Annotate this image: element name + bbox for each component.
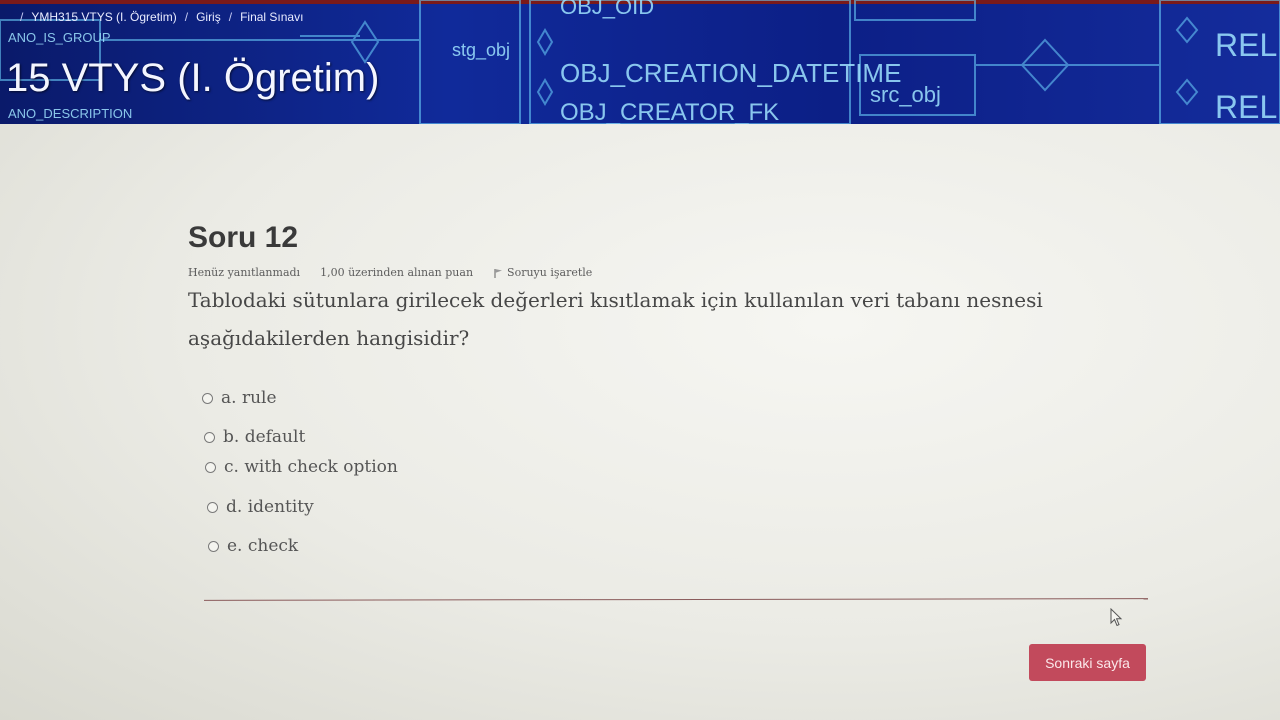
course-banner: ANO_IS_GROUP ANO_DESCRIPTION stg_obj OBJ… — [0, 0, 1280, 124]
radio-icon[interactable] — [205, 461, 216, 473]
question-title: Soru 12 — [188, 221, 299, 254]
question-points: 1,00 üzerinden alınan puan — [320, 266, 474, 279]
breadcrumb: / YMH315 VTYS (I. Ögretim) / Giriş / Final Sı… — [12, 10, 303, 24]
breadcrumb-separator: / — [228, 10, 233, 24]
erd-label: OBJ_CREATOR_FK — [560, 99, 779, 124]
breadcrumb-item-giris[interactable]: Giriş — [196, 10, 221, 24]
breadcrumb-item-course[interactable]: YMH315 VTYS (I. Ögretim) — [31, 10, 176, 24]
next-page-button[interactable]: Sonraki sayfa — [1029, 644, 1146, 681]
mouse-pointer-icon — [1110, 608, 1123, 627]
question-status: Henüz yanıtlanmadı — [188, 266, 301, 279]
answer-option-a[interactable]: a. rule — [202, 388, 277, 408]
breadcrumb-separator: / — [184, 10, 189, 24]
erd-label: REL — [1215, 27, 1277, 63]
question-text: Tablodaki sütunlara girilecek değerleri … — [188, 288, 1043, 350]
radio-icon[interactable] — [208, 540, 219, 552]
erd-label: ANO_IS_GROUP — [8, 30, 111, 45]
answer-label: c. with check option — [224, 457, 398, 477]
radio-icon[interactable] — [204, 431, 215, 443]
answer-label: d. identity — [226, 497, 314, 517]
radio-icon[interactable] — [202, 392, 213, 404]
erd-label: REL — [1215, 89, 1277, 124]
flag-question-label: Soruyu işaretle — [507, 266, 593, 279]
erd-label: src_obj — [870, 82, 941, 107]
answer-label: b. default — [223, 427, 306, 447]
answer-option-b[interactable]: b. default — [204, 427, 305, 447]
flag-question-link[interactable]: Soruyu işaretle — [493, 266, 592, 279]
erd-label: ANO_DESCRIPTION — [8, 106, 132, 121]
breadcrumb-item-final-exam[interactable]: Final Sınavı — [240, 10, 303, 24]
answer-option-c[interactable]: c. with check option — [205, 457, 398, 477]
erd-label: stg_obj — [452, 40, 510, 61]
question-info: Henüz yanıtlanmadı 1,00 üzerinden alınan… — [188, 266, 1148, 279]
course-title: 15 VTYS (I. Ögretim) — [6, 56, 380, 100]
flag-icon — [494, 268, 503, 278]
answer-label: a. rule — [221, 388, 277, 408]
answer-label: e. check — [227, 536, 299, 556]
answer-option-d[interactable]: d. identity — [207, 497, 314, 517]
question-block: Soru 12 Henüz yanıtlanmadı 1,00 üzerinde… — [188, 218, 1148, 357]
section-divider — [203, 598, 1149, 601]
breadcrumb-separator: / — [20, 10, 24, 24]
erd-label: OBJ_CREATION_DATETIME — [560, 58, 901, 88]
answer-option-e[interactable]: e. check — [208, 536, 298, 556]
erd-label: OBJ_OID — [560, 0, 654, 19]
radio-icon[interactable] — [207, 501, 218, 513]
